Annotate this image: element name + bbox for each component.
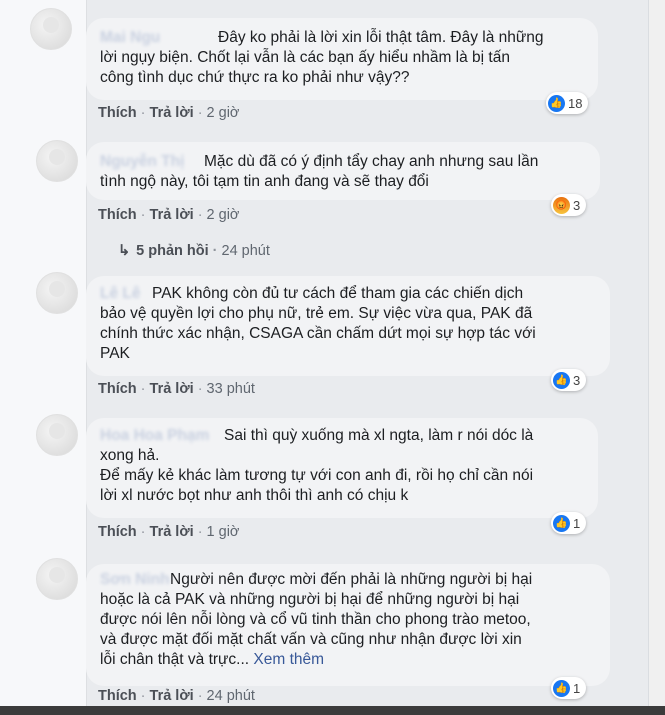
comment-text: PAK không còn đủ tư cách để tham gia các… bbox=[100, 285, 536, 362]
avatar[interactable] bbox=[36, 272, 78, 314]
like-link[interactable]: Thích bbox=[98, 105, 137, 121]
reaction-count: 3 bbox=[573, 197, 581, 213]
separator-dot: · bbox=[197, 688, 203, 704]
separator-dot: · bbox=[140, 381, 146, 397]
scrollbar[interactable] bbox=[648, 0, 665, 715]
page-left-panel bbox=[0, 0, 87, 715]
reply-link[interactable]: Trả lời bbox=[150, 688, 194, 704]
separator-dot: · bbox=[140, 688, 146, 704]
view-replies-link[interactable]: ↳ 5 phản hồi · 24 phút bbox=[118, 243, 270, 259]
separator-dot: · bbox=[140, 207, 146, 223]
comment-bubble: Mai Ngu Đây ko phải là lời xin lỗi thật … bbox=[86, 18, 598, 100]
separator-dot: · bbox=[197, 105, 203, 121]
comment-bubble: Nguyễn Thị Mặc dù đã có ý định tẩy chay … bbox=[86, 142, 600, 200]
like-icon: 👍 bbox=[553, 514, 570, 532]
reaction-summary[interactable]: 👍 18 bbox=[546, 92, 589, 114]
separator-dot: · bbox=[197, 381, 203, 397]
comment-time[interactable]: 24 phút bbox=[207, 688, 255, 704]
avatar[interactable] bbox=[36, 558, 78, 600]
like-link[interactable]: Thích bbox=[98, 207, 137, 223]
reaction-summary[interactable]: 👍 1 bbox=[551, 512, 587, 534]
like-icon: 👍 bbox=[553, 679, 570, 697]
reaction-count: 3 bbox=[573, 372, 581, 388]
like-link[interactable]: Thích bbox=[98, 381, 137, 397]
comment-bubble: Lê Lê PAK không còn đủ tư cách để tham g… bbox=[86, 276, 610, 376]
reaction-summary[interactable]: 👍 1 bbox=[551, 677, 587, 699]
angry-icon: 😡 bbox=[553, 196, 570, 214]
replies-time: 24 phút bbox=[221, 243, 270, 259]
avatar[interactable] bbox=[30, 8, 72, 50]
comment-time[interactable]: 2 giờ bbox=[207, 207, 240, 223]
like-link[interactable]: Thích bbox=[98, 688, 137, 704]
reply-link[interactable]: Trả lời bbox=[150, 524, 194, 540]
comment-time[interactable]: 1 giờ bbox=[207, 524, 240, 540]
reaction-count: 18 bbox=[568, 95, 583, 111]
separator-dot: · bbox=[140, 524, 146, 540]
reaction-count: 1 bbox=[573, 680, 581, 696]
reaction-count: 1 bbox=[573, 515, 581, 531]
reaction-summary[interactable]: 😡 3 bbox=[551, 194, 587, 216]
reply-arrow-icon: ↳ bbox=[118, 243, 131, 259]
see-more-link[interactable]: Xem thêm bbox=[253, 651, 324, 668]
comment-bubble: Hoa Hoa Phạm Sai thì quỳ xuống mà xl ngt… bbox=[86, 418, 598, 518]
comment-time[interactable]: 2 giờ bbox=[207, 105, 240, 121]
replies-count[interactable]: 5 phản hồi bbox=[136, 243, 209, 259]
separator-dot: · bbox=[197, 524, 203, 540]
reply-link[interactable]: Trả lời bbox=[150, 207, 194, 223]
separator-dot: · bbox=[197, 207, 203, 223]
separator-dot: · bbox=[140, 105, 146, 121]
comment-actions: Thích · Trả lời · 24 phút bbox=[98, 688, 255, 704]
comment-time[interactable]: 33 phút bbox=[207, 381, 255, 397]
comment-text: Sai thì quỳ xuống mà xl ngta, làm r nói … bbox=[100, 427, 534, 504]
comment-text: Người nên được mời đến phải là những ngư… bbox=[100, 570, 532, 670]
comment-text: Đây ko phải là lời xin lỗi thật tâm. Đây… bbox=[100, 29, 544, 86]
comment-actions: Thích · Trả lời · 2 giờ bbox=[98, 105, 239, 121]
avatar[interactable] bbox=[36, 140, 78, 182]
comment-actions: Thích · Trả lời · 1 giờ bbox=[98, 524, 239, 540]
comment-bubble: Sơn Ninh Người nên được mời đến phải là … bbox=[86, 564, 610, 686]
like-link[interactable]: Thích bbox=[98, 524, 137, 540]
reply-link[interactable]: Trả lời bbox=[150, 105, 194, 121]
bottom-border bbox=[0, 706, 665, 715]
comment-text: Mặc dù đã có ý định tẩy chay anh nhưng s… bbox=[100, 153, 539, 190]
reaction-summary[interactable]: 👍 3 bbox=[551, 369, 587, 391]
separator-dot: · bbox=[212, 243, 218, 259]
like-icon: 👍 bbox=[553, 371, 570, 389]
avatar[interactable] bbox=[36, 414, 78, 456]
like-icon: 👍 bbox=[548, 94, 565, 112]
reply-link[interactable]: Trả lời bbox=[150, 381, 194, 397]
comment-actions: Thích · Trả lời · 33 phút bbox=[98, 381, 255, 397]
comment-actions: Thích · Trả lời · 2 giờ bbox=[98, 207, 239, 223]
